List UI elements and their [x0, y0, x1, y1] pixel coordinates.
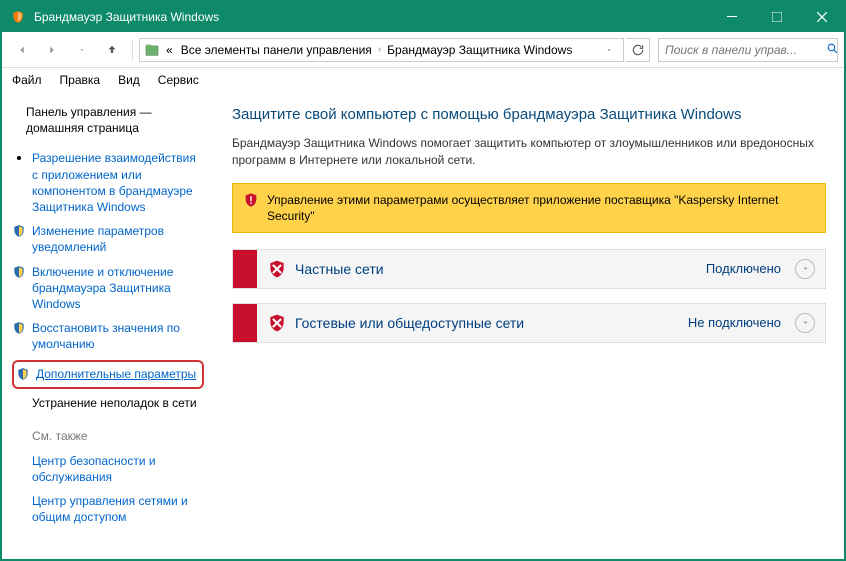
breadcrumb[interactable]: « Все элементы панели управления › Бранд… — [139, 38, 624, 62]
forward-button[interactable] — [38, 36, 66, 64]
back-button[interactable] — [8, 36, 36, 64]
close-button[interactable] — [799, 2, 844, 32]
network-panel-public[interactable]: Гостевые или общедоступные сети Не подкл… — [232, 303, 826, 343]
recent-dropdown[interactable] — [68, 36, 96, 64]
expand-button[interactable] — [795, 259, 815, 279]
search-input[interactable] — [665, 43, 822, 57]
maximize-button[interactable] — [754, 2, 799, 32]
page-description: Брандмауэр Защитника Windows помогает за… — [232, 135, 826, 169]
network-status: Не подключено — [688, 315, 781, 330]
network-panel-private[interactable]: Частные сети Подключено — [232, 249, 826, 289]
navbar: « Все элементы панели управления › Бранд… — [2, 32, 844, 68]
sidebar: Панель управления — домашняя страница Ра… — [2, 92, 214, 559]
network-title: Частные сети — [295, 261, 698, 277]
sidebar-item-restore-defaults[interactable]: Восстановить значения по умолчанию — [12, 320, 204, 352]
sidebar-item-label: Изменение параметров уведомлений — [32, 223, 204, 255]
sidebar-item-advanced[interactable]: Дополнительные параметры — [16, 366, 200, 382]
page-heading: Защитите свой компьютер с помощью брандм… — [232, 106, 826, 123]
info-banner: Управление этими параметрами осуществляе… — [232, 183, 826, 233]
shield-icon — [16, 367, 30, 381]
sidebar-see-also-heading: См. также — [12, 429, 204, 443]
expand-button[interactable] — [795, 313, 815, 333]
shield-red-icon — [267, 259, 287, 279]
search-icon[interactable] — [826, 42, 839, 58]
shield-red-icon — [267, 313, 287, 333]
sidebar-link-network-center[interactable]: Центр управления сетями и общим доступом — [12, 493, 204, 525]
main-content: Защитите свой компьютер с помощью брандм… — [214, 92, 844, 559]
refresh-button[interactable] — [626, 38, 650, 62]
sidebar-list: Разрешение взаимодействия с приложением … — [12, 150, 204, 388]
menu-edit[interactable]: Правка — [60, 73, 101, 87]
bullet-icon — [12, 151, 26, 165]
breadcrumb-icon — [144, 42, 160, 58]
shield-icon — [12, 265, 26, 279]
titlebar: Брандмауэр Защитника Windows — [2, 2, 844, 32]
sidebar-item-troubleshoot[interactable]: Устранение неполадок в сети — [12, 395, 204, 411]
network-title: Гостевые или общедоступные сети — [295, 315, 680, 331]
sidebar-item-toggle-firewall[interactable]: Включение и отключение брандмауэра Защит… — [12, 264, 204, 313]
status-strip — [233, 304, 257, 342]
app-icon — [10, 9, 26, 25]
highlight-box: Дополнительные параметры — [12, 360, 204, 388]
shield-icon — [12, 224, 26, 238]
sidebar-item-label: Дополнительные параметры — [36, 366, 196, 382]
sidebar-home-link[interactable]: Панель управления — домашняя страница — [12, 104, 204, 136]
breadcrumb-prefix: « — [164, 43, 175, 57]
sidebar-item-notifications[interactable]: Изменение параметров уведомлений — [12, 223, 204, 255]
sidebar-link-security-center[interactable]: Центр безопасности и обслуживания — [12, 453, 204, 485]
info-banner-text: Управление этими параметрами осуществляе… — [267, 192, 815, 224]
menu-view[interactable]: Вид — [118, 73, 140, 87]
minimize-button[interactable] — [709, 2, 754, 32]
menubar: Файл Правка Вид Сервис — [2, 68, 844, 92]
sidebar-item-label: Включение и отключение брандмауэра Защит… — [32, 264, 204, 313]
breadcrumb-item-1[interactable]: Все элементы панели управления — [179, 43, 374, 57]
network-status: Подключено — [706, 261, 781, 276]
shield-icon — [12, 321, 26, 335]
warning-icon — [243, 192, 259, 208]
chevron-right-icon: › — [378, 44, 381, 55]
breadcrumb-dropdown[interactable] — [599, 43, 619, 57]
content-body: Панель управления — домашняя страница Ра… — [2, 92, 844, 559]
window-controls — [709, 2, 844, 32]
window-title: Брандмауэр Защитника Windows — [34, 10, 709, 24]
sidebar-item-label: Восстановить значения по умолчанию — [32, 320, 204, 352]
sidebar-item-label: Разрешение взаимодействия с приложением … — [32, 150, 204, 215]
breadcrumb-item-2[interactable]: Брандмауэр Защитника Windows — [385, 43, 574, 57]
sidebar-item-allow-app[interactable]: Разрешение взаимодействия с приложением … — [12, 150, 204, 215]
nav-separator — [132, 40, 133, 60]
menu-tools[interactable]: Сервис — [158, 73, 199, 87]
up-button[interactable] — [98, 36, 126, 64]
menu-file[interactable]: Файл — [12, 73, 42, 87]
status-strip — [233, 250, 257, 288]
search-box[interactable] — [658, 38, 838, 62]
